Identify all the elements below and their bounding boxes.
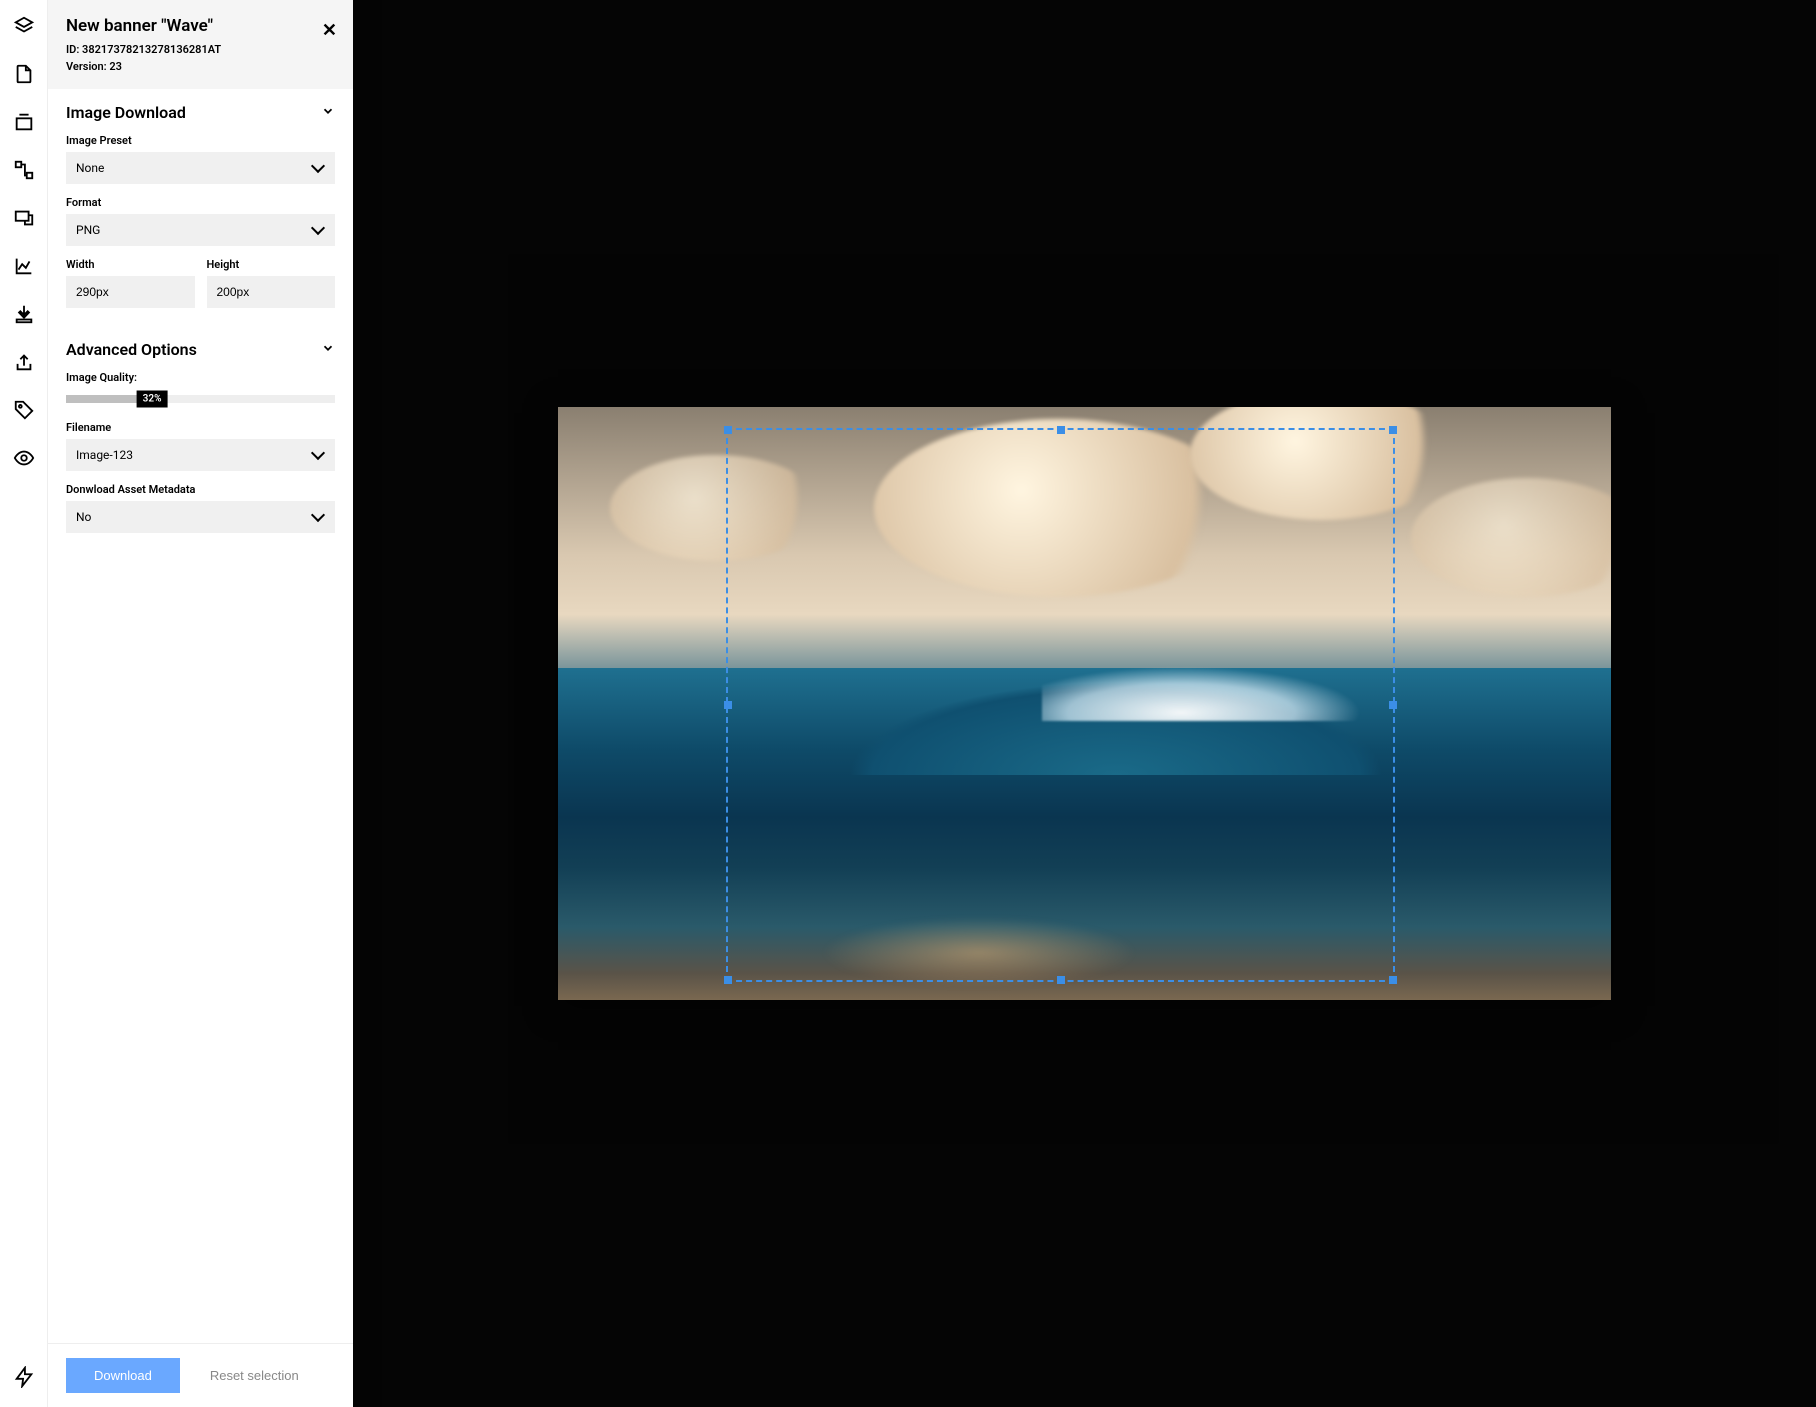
input-width[interactable]: [66, 276, 195, 308]
upload-icon[interactable]: [12, 350, 36, 374]
label-filename: Filename: [66, 421, 335, 434]
label-height: Height: [207, 258, 336, 271]
crop-selection[interactable]: [726, 428, 1395, 982]
left-icon-rail: [0, 0, 48, 1407]
field-width: Width: [66, 258, 195, 308]
field-image-preset: Image Preset None: [66, 134, 335, 184]
input-height[interactable]: [207, 276, 336, 308]
image-preview[interactable]: [558, 407, 1611, 1000]
section-header-advanced[interactable]: Advanced Options: [66, 340, 335, 359]
close-icon[interactable]: ✕: [322, 20, 337, 41]
reset-selection-button[interactable]: Reset selection: [210, 1368, 299, 1383]
select-value: Image-123: [76, 448, 133, 462]
chevron-down-icon: [321, 341, 335, 359]
field-quality: Image Quality: 32%: [66, 371, 335, 409]
section-header-download[interactable]: Image Download: [66, 103, 335, 122]
label-format: Format: [66, 196, 335, 209]
layers-icon[interactable]: [12, 14, 36, 38]
chevron-down-icon: [321, 104, 335, 122]
label-image-preset: Image Preset: [66, 134, 335, 147]
select-image-preset[interactable]: None: [66, 152, 335, 184]
crop-handle-mid-right[interactable]: [1389, 701, 1397, 709]
crop-handle-bottom-left[interactable]: [724, 976, 732, 984]
crop-handle-mid-left[interactable]: [724, 701, 732, 709]
eye-icon[interactable]: [12, 446, 36, 470]
download-button[interactable]: Download: [66, 1358, 180, 1393]
comment-icon[interactable]: [12, 206, 36, 230]
slider-quality[interactable]: 32%: [66, 389, 335, 409]
field-format: Format PNG: [66, 196, 335, 246]
label-width: Width: [66, 258, 195, 271]
node-tree-icon[interactable]: [12, 158, 36, 182]
crop-handle-top-mid[interactable]: [1057, 426, 1065, 434]
crop-handle-bottom-mid[interactable]: [1057, 976, 1065, 984]
label-metadata: Donwload Asset Metadata: [66, 483, 335, 496]
crop-handle-top-left[interactable]: [724, 426, 732, 434]
field-height: Height: [207, 258, 336, 308]
field-filename: Filename Image-123: [66, 421, 335, 471]
panel-header: New banner "Wave" ID: 382173782132781362…: [48, 0, 353, 89]
panel-id: ID: 38217378213278136281AT: [66, 42, 335, 59]
panel-title: New banner "Wave": [66, 16, 335, 36]
select-value: No: [76, 510, 91, 524]
label-quality: Image Quality:: [66, 371, 335, 384]
canvas-area: [353, 0, 1816, 1407]
select-filename[interactable]: Image-123: [66, 439, 335, 471]
crop-handle-bottom-right[interactable]: [1389, 976, 1397, 984]
decorative-cloud: [1411, 478, 1611, 597]
panel-version: Version: 23: [66, 59, 335, 76]
panel-footer: Download Reset selection: [48, 1343, 353, 1407]
artboard-icon[interactable]: [12, 110, 36, 134]
bolt-icon[interactable]: [12, 1365, 36, 1389]
tag-icon[interactable]: [12, 398, 36, 422]
select-value: None: [76, 161, 104, 175]
select-metadata[interactable]: No: [66, 501, 335, 533]
field-metadata: Donwload Asset Metadata No: [66, 483, 335, 533]
chart-icon[interactable]: [12, 254, 36, 278]
section-image-download: Image Download Image Preset None Format …: [48, 89, 353, 326]
section-title-advanced: Advanced Options: [66, 340, 197, 359]
page-icon[interactable]: [12, 62, 36, 86]
slider-thumb[interactable]: 32%: [137, 391, 168, 408]
select-value: PNG: [76, 223, 100, 237]
select-format[interactable]: PNG: [66, 214, 335, 246]
properties-panel: New banner "Wave" ID: 382173782132781362…: [48, 0, 353, 1407]
section-title-download: Image Download: [66, 103, 186, 122]
section-advanced: Advanced Options Image Quality: 32% File…: [48, 326, 353, 551]
download-icon[interactable]: [12, 302, 36, 326]
crop-handle-top-right[interactable]: [1389, 426, 1397, 434]
